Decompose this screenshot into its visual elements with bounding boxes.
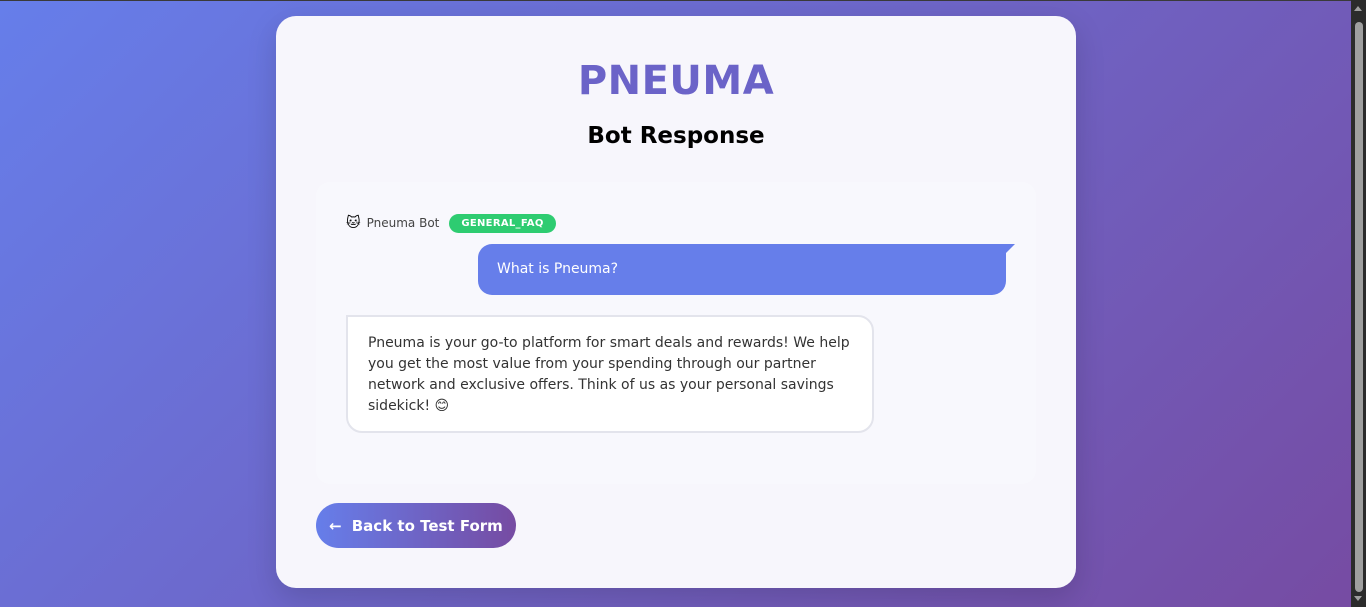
- back-to-test-form-button[interactable]: ← Back to Test Form: [316, 503, 516, 548]
- vertical-scrollbar[interactable]: [1351, 0, 1366, 607]
- bot-message-bubble: Pneuma is your go-to platform for smart …: [346, 315, 874, 433]
- bot-name: Pneuma Bot: [366, 216, 440, 230]
- user-message-bubble: What is Pneuma?: [478, 244, 1006, 295]
- scroll-up-icon[interactable]: [1354, 6, 1362, 11]
- intent-badge: GENERAL_FAQ: [449, 213, 556, 233]
- back-button-label: Back to Test Form: [351, 516, 503, 535]
- bot-meta: 🐱 Pneuma Bot GENERAL_FAQ: [346, 212, 556, 234]
- page-title: Bot Response: [587, 123, 765, 149]
- scroll-thumb[interactable]: [1355, 22, 1363, 592]
- window-top-border: [0, 0, 1366, 1]
- bot-cat-icon: 🐱: [346, 215, 361, 231]
- arrow-left-icon: ←: [329, 516, 342, 535]
- scroll-down-icon[interactable]: [1354, 596, 1362, 601]
- chat-area: 🐱 Pneuma Bot GENERAL_FAQ What is Pneuma?…: [316, 182, 1036, 484]
- user-bubble-tail: [1006, 244, 1015, 253]
- response-card: PNEUMA Bot Response 🐱 Pneuma Bot GENERAL…: [276, 16, 1076, 588]
- brand-title: PNEUMA: [577, 58, 775, 104]
